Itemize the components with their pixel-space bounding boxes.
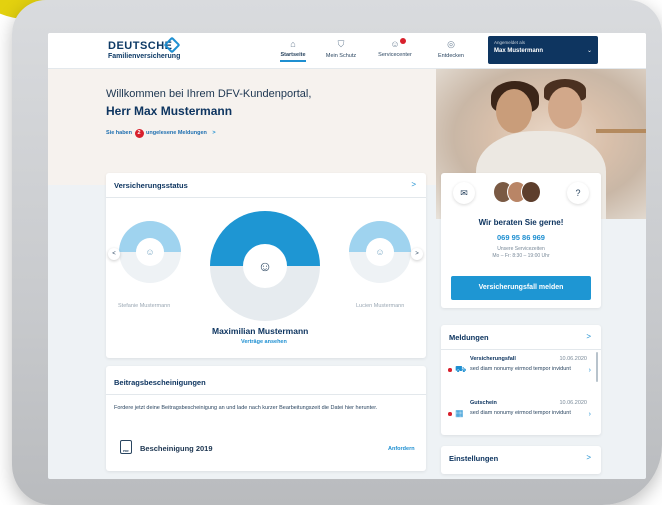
status-ring-stefanie[interactable]: ☺ <box>119 221 181 283</box>
report-claim-button[interactable]: Versicherungsfall melden <box>451 276 591 300</box>
avatar <box>521 181 541 203</box>
service-hours-label: Unsere Servicezeiten <box>497 246 545 252</box>
settings-card[interactable]: Einstellungen > <box>441 446 601 474</box>
chevron-right-icon[interactable]: > <box>586 332 591 341</box>
pdf-file-icon: PDF <box>120 440 132 454</box>
nav-item-startseite[interactable]: ⌂ Startseite <box>268 39 318 62</box>
service-hours: Mo – Fr: 8:30 – 19:00 Uhr <box>492 253 550 259</box>
top-navigation-bar: DEUTSCHE Familienversicherung ⌂ Startsei… <box>48 33 646 69</box>
unread-dot <box>448 412 452 416</box>
account-label: Angemeldet als <box>494 40 526 45</box>
home-icon: ⌂ <box>290 39 296 49</box>
service-phone-number[interactable]: 069 95 86 969 <box>441 233 601 242</box>
nav-item-entdecken[interactable]: ◎ Entdecken <box>426 39 476 59</box>
mail-icon[interactable]: ✉ <box>453 182 475 204</box>
chevron-right-icon: > <box>586 453 591 462</box>
account-name: Max Mustermann <box>494 48 544 54</box>
chevron-right-icon: › <box>588 411 591 418</box>
person-label-lucien: Lucien Mustermann <box>356 303 405 309</box>
chevron-right-icon: > <box>212 130 216 136</box>
car-icon: ⛟ <box>455 364 467 374</box>
certificate-description: Fordere jetzt deine Beitragsbescheinigun… <box>114 405 378 411</box>
logo-line2: Familienversicherung <box>108 53 181 60</box>
person-label-stefanie: Stefanie Mustermann <box>118 303 171 309</box>
tablet-frame: DEUTSCHE Familienversicherung ⌂ Startsei… <box>12 0 662 505</box>
gift-icon: ▦ <box>455 408 464 418</box>
nav-label: Mein Schutz <box>325 53 357 59</box>
message-category: Gutschein <box>470 400 497 406</box>
message-text: sed diam nonumy eirmod tempor invidunt <box>470 366 571 372</box>
message-item[interactable]: ⛟ Versicherungsfall 10.06.2020 sed diam … <box>441 353 601 385</box>
message-item[interactable]: ▦ Gutschein 10.06.2020 sed diam nonumy e… <box>441 397 601 429</box>
nav-label: Entdecken <box>438 53 464 59</box>
unread-dot <box>448 368 452 372</box>
welcome-text: Willkommen bei Ihrem DFV-Kundenportal, <box>106 88 312 100</box>
nav-label: Startseite <box>280 52 306 58</box>
scrollbar[interactable] <box>596 352 598 382</box>
message-category: Versicherungsfall <box>470 356 516 362</box>
shield-icon: ⛉ <box>337 39 345 49</box>
message-text: sed diam nonumy eirmod tempor invidunt <box>470 410 571 416</box>
nav-item-servicecenter[interactable]: ☺ Servicecenter <box>370 38 420 58</box>
help-icon[interactable]: ? <box>567 182 589 204</box>
message-date: 10.06.2020 <box>559 356 587 362</box>
card-title: Einstellungen <box>449 454 499 463</box>
messages-card: Meldungen > ⛟ Versicherungsfall 10.06.20… <box>441 325 601 435</box>
certificate-name: Bescheinigung 2019 <box>140 444 213 453</box>
account-menu[interactable]: Angemeldet als Max Mustermann ⌄ <box>488 36 598 64</box>
unread-suffix: ungelesene Meldungen <box>146 130 207 136</box>
selected-person-name: Maximilian Mustermann <box>212 326 309 336</box>
chevron-down-icon: ⌄ <box>586 48 592 54</box>
unread-count-badge: 2 <box>134 129 144 138</box>
portal-screen: DEUTSCHE Familienversicherung ⌂ Startsei… <box>48 33 646 479</box>
unread-prefix: Sie haben <box>106 130 132 136</box>
insurance-status-card: Versicherungsstatus > ☺ Stefanie Musterm… <box>106 173 426 358</box>
person-icon: ☺ <box>390 39 400 49</box>
nav-label: Servicecenter <box>378 52 412 58</box>
status-ring-maximilian[interactable]: ☺ <box>210 211 320 321</box>
advice-title: Wir beraten Sie gerne! <box>478 218 564 227</box>
nav-item-mein-schutz[interactable]: ⛉ Mein Schutz <box>316 39 366 59</box>
chevron-right-icon[interactable]: > <box>411 180 416 189</box>
message-date: 10.06.2020 <box>559 400 587 406</box>
view-contracts-link[interactable]: Verträge ansehen <box>241 339 287 345</box>
status-ring-lucien[interactable]: ☺ <box>349 221 411 283</box>
advisor-avatars <box>493 179 545 205</box>
unread-messages-link[interactable]: Sie haben 2 ungelesene Meldungen > <box>106 129 216 138</box>
carousel-next-button[interactable]: > <box>411 248 423 260</box>
card-title: Beitragsbescheinigungen <box>114 378 206 387</box>
welcome-hero: Willkommen bei Ihrem DFV-Kundenportal, H… <box>48 69 646 219</box>
request-certificate-link[interactable]: Anfordern <box>388 446 415 452</box>
person-icon: ☺ <box>366 238 394 266</box>
customer-name: Herr Max Mustermann <box>106 104 233 118</box>
marketing-stage: DEUTSCHE Familienversicherung ⌂ Startsei… <box>0 0 662 505</box>
carousel-prev-button[interactable]: < <box>108 248 120 260</box>
notification-badge <box>400 38 406 44</box>
compass-icon: ◎ <box>447 39 455 49</box>
card-title: Meldungen <box>449 333 489 342</box>
contribution-certificates-card: Beitragsbescheinigungen Fordere jetzt de… <box>106 366 426 471</box>
advice-card: ✉ ? Wir beraten Sie gerne! 069 95 86 969… <box>441 173 601 308</box>
card-title: Versicherungsstatus <box>114 181 188 190</box>
person-icon: ☺ <box>136 238 164 266</box>
chevron-right-icon: › <box>588 367 591 374</box>
person-icon: ☺ <box>243 244 287 288</box>
